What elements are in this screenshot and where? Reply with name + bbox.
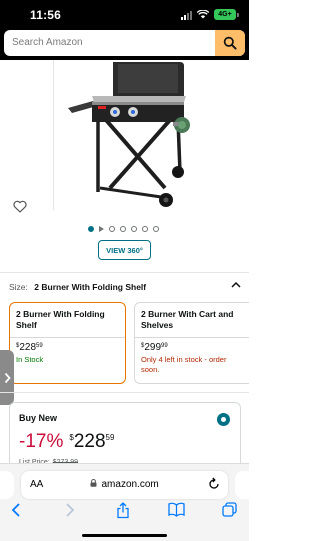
search-header: Search Amazon	[0, 30, 249, 60]
size-option-cart-and-shelves[interactable]: 2 Burner With Cart and Shelves $299 99 On…	[134, 302, 249, 384]
chevron-right-icon	[66, 503, 75, 517]
side-panel-tab[interactable]	[0, 350, 14, 405]
carousel-dot[interactable]	[120, 226, 126, 232]
reload-button[interactable]	[208, 477, 220, 495]
browser-bottom-bar: AA amazon.com	[0, 463, 249, 541]
option-title: 2 Burner With Cart and Shelves	[141, 309, 234, 330]
size-option-folding-shelf[interactable]: 2 Burner With Folding Shelf $228 59 In St…	[9, 302, 126, 384]
carousel-dot[interactable]	[131, 226, 137, 232]
image-divider	[53, 60, 54, 210]
wifi-icon	[197, 10, 209, 19]
lock-icon	[90, 479, 99, 489]
option-price: $299 99	[141, 342, 168, 353]
tabs-button[interactable]	[222, 502, 237, 522]
option-title: 2 Burner With Folding Shelf	[16, 309, 105, 330]
back-button[interactable]	[11, 502, 21, 523]
heart-icon	[13, 200, 27, 213]
product-griddle-image	[68, 62, 190, 207]
video-play-icon[interactable]	[99, 226, 104, 232]
next-tab-peek[interactable]	[235, 471, 249, 499]
buy-new-radio[interactable]	[217, 413, 230, 426]
carousel-dot[interactable]	[153, 226, 159, 232]
divider	[0, 272, 249, 273]
status-bar: 11:56 4G+	[0, 0, 249, 30]
chevron-up-icon[interactable]	[231, 281, 241, 291]
book-icon	[168, 502, 185, 517]
size-label: Size:	[9, 282, 28, 292]
option-stock-status: In Stock	[16, 355, 44, 364]
browser-toolbar	[0, 502, 249, 524]
chevron-left-icon	[11, 503, 20, 517]
status-icons: 4G+	[181, 9, 239, 20]
battery-icon: 4G+	[214, 9, 239, 20]
option-stock-status: Only 4 left in stock - order soon.	[141, 355, 227, 374]
buy-new-title: Buy New	[19, 413, 58, 423]
cellular-signal-icon	[181, 10, 192, 20]
divider	[0, 392, 249, 393]
discount-percent: -17%	[19, 431, 64, 452]
size-value: 2 Burner With Folding Shelf	[34, 282, 147, 292]
forward-button[interactable]	[65, 502, 75, 523]
wishlist-button[interactable]	[13, 200, 27, 218]
network-type: 4G+	[214, 9, 236, 20]
bookmarks-button[interactable]	[168, 502, 185, 522]
product-image[interactable]	[0, 60, 249, 220]
status-time: 11:56	[30, 8, 62, 22]
search-input[interactable]: Search Amazon	[4, 30, 245, 56]
view-360-button[interactable]: VIEW 360°	[98, 240, 151, 260]
chevron-right-icon	[4, 372, 11, 383]
share-button[interactable]	[116, 502, 130, 524]
option-price: $228 59	[16, 342, 43, 353]
tabs-icon	[222, 502, 237, 517]
home-indicator	[82, 534, 167, 537]
carousel-dots[interactable]	[88, 226, 159, 232]
previous-tab-peek[interactable]	[0, 471, 14, 499]
address-bar[interactable]: AA amazon.com	[21, 471, 228, 499]
carousel-dot[interactable]	[109, 226, 115, 232]
search-icon	[223, 36, 237, 50]
search-placeholder: Search Amazon	[12, 37, 83, 48]
url-display: amazon.com	[21, 479, 228, 490]
reload-icon	[209, 477, 219, 489]
buy-new-price: -17% $ 228 59	[19, 431, 115, 452]
carousel-dot[interactable]	[142, 226, 148, 232]
search-button[interactable]	[215, 30, 245, 56]
size-selector-header[interactable]: Size: 2 Burner With Folding Shelf	[9, 281, 241, 292]
carousel-dot-active[interactable]	[88, 226, 94, 232]
share-icon	[117, 502, 129, 519]
